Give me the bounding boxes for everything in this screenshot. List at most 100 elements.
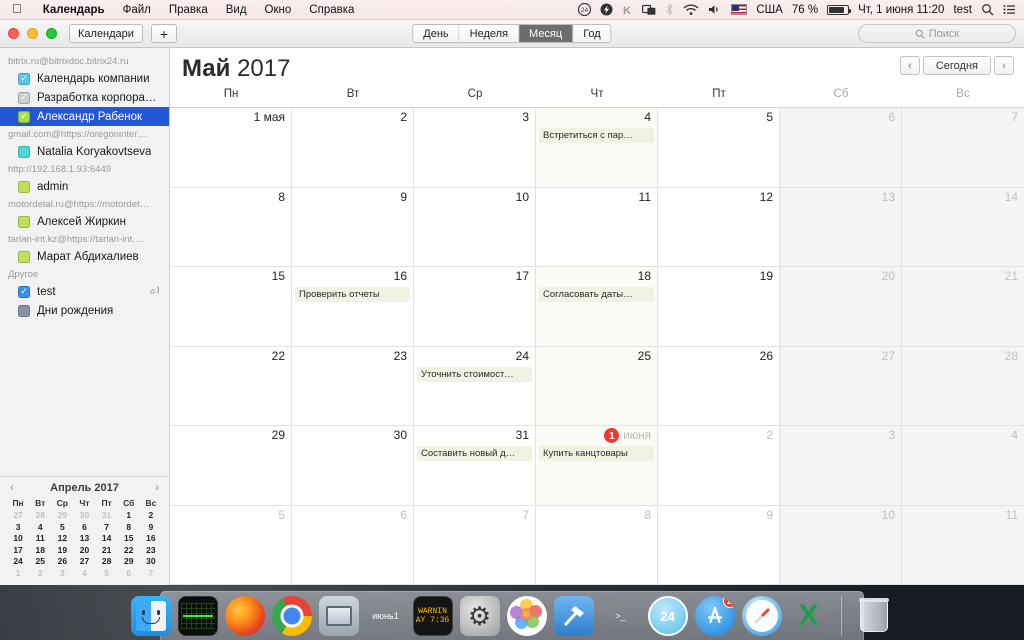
menu-item-view[interactable]: Вид (217, 4, 256, 16)
menu-item-help[interactable]: Справка (300, 4, 363, 16)
calendar-day-cell[interactable]: 4 Встретиться с пар… (536, 108, 658, 188)
mini-calendar-day[interactable]: 7 (140, 568, 162, 580)
menu-item-calendar[interactable]: Календарь (34, 4, 114, 16)
calendar-day-cell[interactable]: 29 (170, 426, 292, 506)
mini-calendar-day[interactable]: 24 (7, 556, 29, 568)
dock-item-app-store[interactable]: 2 (694, 596, 735, 636)
calendar-day-cell[interactable]: 21 (902, 267, 1024, 347)
mini-calendar-day[interactable]: 27 (7, 510, 29, 522)
calendar-day-cell[interactable]: 9 (658, 505, 780, 585)
calendar-day-cell[interactable]: 19 (658, 267, 780, 347)
calendar-event[interactable]: Составить новый д… (417, 446, 532, 461)
mini-calendar-day[interactable]: 5 (96, 568, 118, 580)
calendar-day-cell[interactable]: 3 (414, 108, 536, 188)
sidebar-item-calendar[interactable]: admin (0, 177, 169, 196)
search-input[interactable]: Поиск (858, 24, 1016, 43)
bluetooth-status-icon[interactable] (665, 3, 674, 16)
mini-calendar-day[interactable]: 6 (73, 522, 95, 534)
calendar-day-cell[interactable]: 11 (902, 505, 1024, 585)
mini-calendar-day[interactable]: 9 (140, 522, 162, 534)
calendar-day-cell[interactable]: 14 (902, 187, 1024, 267)
calendar-checkbox[interactable]: ✓ (18, 72, 30, 85)
sidebar-item-calendar[interactable]: Дни рождения (0, 301, 169, 320)
mini-calendar-day[interactable]: 29 (118, 556, 140, 568)
mini-calendar-day[interactable]: 22 (118, 545, 140, 557)
sidebar-item-calendar[interactable]: Марат Абдихалиев (0, 247, 169, 266)
battery-percent-label[interactable]: 76 % (792, 4, 818, 16)
menu-item-window[interactable]: Окно (256, 4, 301, 16)
mini-prev-month-icon[interactable]: ‹ (10, 482, 14, 494)
calendar-day-cell[interactable]: 7 (414, 505, 536, 585)
share-waves-icon[interactable] (149, 285, 169, 298)
calendar-day-cell[interactable]: 6 (780, 108, 902, 188)
spotlight-search-icon[interactable] (981, 3, 994, 16)
dock-item-excel[interactable]: X (789, 596, 829, 636)
calendar-day-cell[interactable]: 5 (658, 108, 780, 188)
volume-status-icon[interactable] (708, 3, 722, 16)
calendar-checkbox[interactable]: ✓ (18, 91, 30, 104)
calendar-day-cell[interactable]: 25 (536, 346, 658, 426)
dock-item-activity-monitor[interactable] (177, 596, 218, 636)
mini-calendar-day[interactable]: 3 (51, 568, 73, 580)
mini-calendar-day[interactable]: 26 (51, 556, 73, 568)
tab-week[interactable]: Неделя (459, 25, 520, 42)
mini-calendar-day[interactable]: 18 (29, 545, 51, 557)
calendar-day-cell[interactable]: 16 Проверить отчеты (292, 267, 414, 347)
menu-item-edit[interactable]: Правка (160, 4, 217, 16)
today-button[interactable]: Сегодня (922, 56, 991, 75)
sidebar-item-calendar[interactable]: Natalia Koryakovtseva (0, 142, 169, 161)
mini-calendar-day[interactable]: 31 (96, 510, 118, 522)
calendar-day-cell[interactable]: 1 июня Купить канцтовары (536, 426, 658, 506)
mini-calendar-day[interactable]: 13 (73, 533, 95, 545)
mini-calendar-day[interactable]: 10 (7, 533, 29, 545)
dock-item-warning-clock[interactable]: WARNIN AY 7:36 (412, 596, 453, 636)
mini-calendar-day[interactable]: 8 (118, 522, 140, 534)
calendar-day-cell[interactable]: 9 (292, 187, 414, 267)
dock-item-safari[interactable] (741, 596, 782, 636)
calendar-day-cell[interactable]: 2 (658, 426, 780, 506)
mini-calendar-day[interactable]: 29 (51, 510, 73, 522)
calendar-day-cell[interactable]: 23 (292, 346, 414, 426)
mini-calendar-day[interactable]: 17 (7, 545, 29, 557)
mini-calendar-day[interactable]: 21 (96, 545, 118, 557)
calendar-event[interactable]: Уточнить стоимост… (417, 366, 532, 382)
sidebar-item-calendar[interactable]: ✓ test (0, 282, 169, 301)
calendar-day-cell[interactable]: 4 (902, 426, 1024, 506)
sidebar-item-calendar[interactable]: ✓ Календарь компании (0, 69, 169, 88)
clock-label[interactable]: Чт, 1 июня 11:20 (858, 4, 944, 16)
calendar-checkbox[interactable]: ✓ (18, 285, 30, 298)
calendar-event[interactable]: Купить канцтовары (539, 446, 654, 461)
calendar-day-cell[interactable]: 24 Уточнить стоимост… (414, 346, 536, 426)
maximize-button[interactable] (46, 28, 57, 39)
calendar-day-cell[interactable]: 28 (902, 346, 1024, 426)
mini-calendar-day[interactable]: 28 (96, 556, 118, 568)
apple-icon[interactable]:  (0, 2, 34, 15)
screens-status-icon[interactable] (642, 3, 656, 16)
close-button[interactable] (8, 28, 19, 39)
mini-calendar-day[interactable]: 6 (118, 568, 140, 580)
calendar-day-cell[interactable]: 5 (170, 505, 292, 585)
dock-item-firefox[interactable] (224, 596, 265, 636)
dock-item-system-preferences[interactable]: ⚙ (459, 596, 500, 636)
calendar-day-cell[interactable]: 30 (292, 426, 414, 506)
dock-item-cloud-24[interactable]: 24 (647, 596, 688, 636)
mini-calendar-day[interactable]: 2 (29, 568, 51, 580)
sidebar-item-calendar[interactable]: Алексей Жиркин (0, 212, 169, 231)
calendar-day-cell[interactable]: 6 (292, 505, 414, 585)
calendar-event[interactable]: Согласовать даты… (539, 287, 654, 302)
calendar-day-cell[interactable]: 8 (170, 187, 292, 267)
mini-calendar-day[interactable]: 1 (118, 510, 140, 522)
calendar-day-cell[interactable]: 2 (292, 108, 414, 188)
dock-item-xcode[interactable] (553, 596, 594, 636)
calendar-checkbox[interactable] (18, 145, 30, 158)
mini-calendar-day[interactable]: 14 (96, 533, 118, 545)
mini-calendar-day[interactable]: 28 (29, 510, 51, 522)
calendar-day-cell[interactable]: 26 (658, 346, 780, 426)
minimize-button[interactable] (27, 28, 38, 39)
k-status-icon[interactable]: K (622, 3, 633, 16)
mini-next-month-icon[interactable]: › (155, 482, 159, 494)
mini-calendar-day[interactable]: 12 (51, 533, 73, 545)
dock-item-trash[interactable] (854, 596, 894, 636)
input-language-label[interactable]: США (756, 4, 783, 16)
calendar-day-cell[interactable]: 8 (536, 505, 658, 585)
